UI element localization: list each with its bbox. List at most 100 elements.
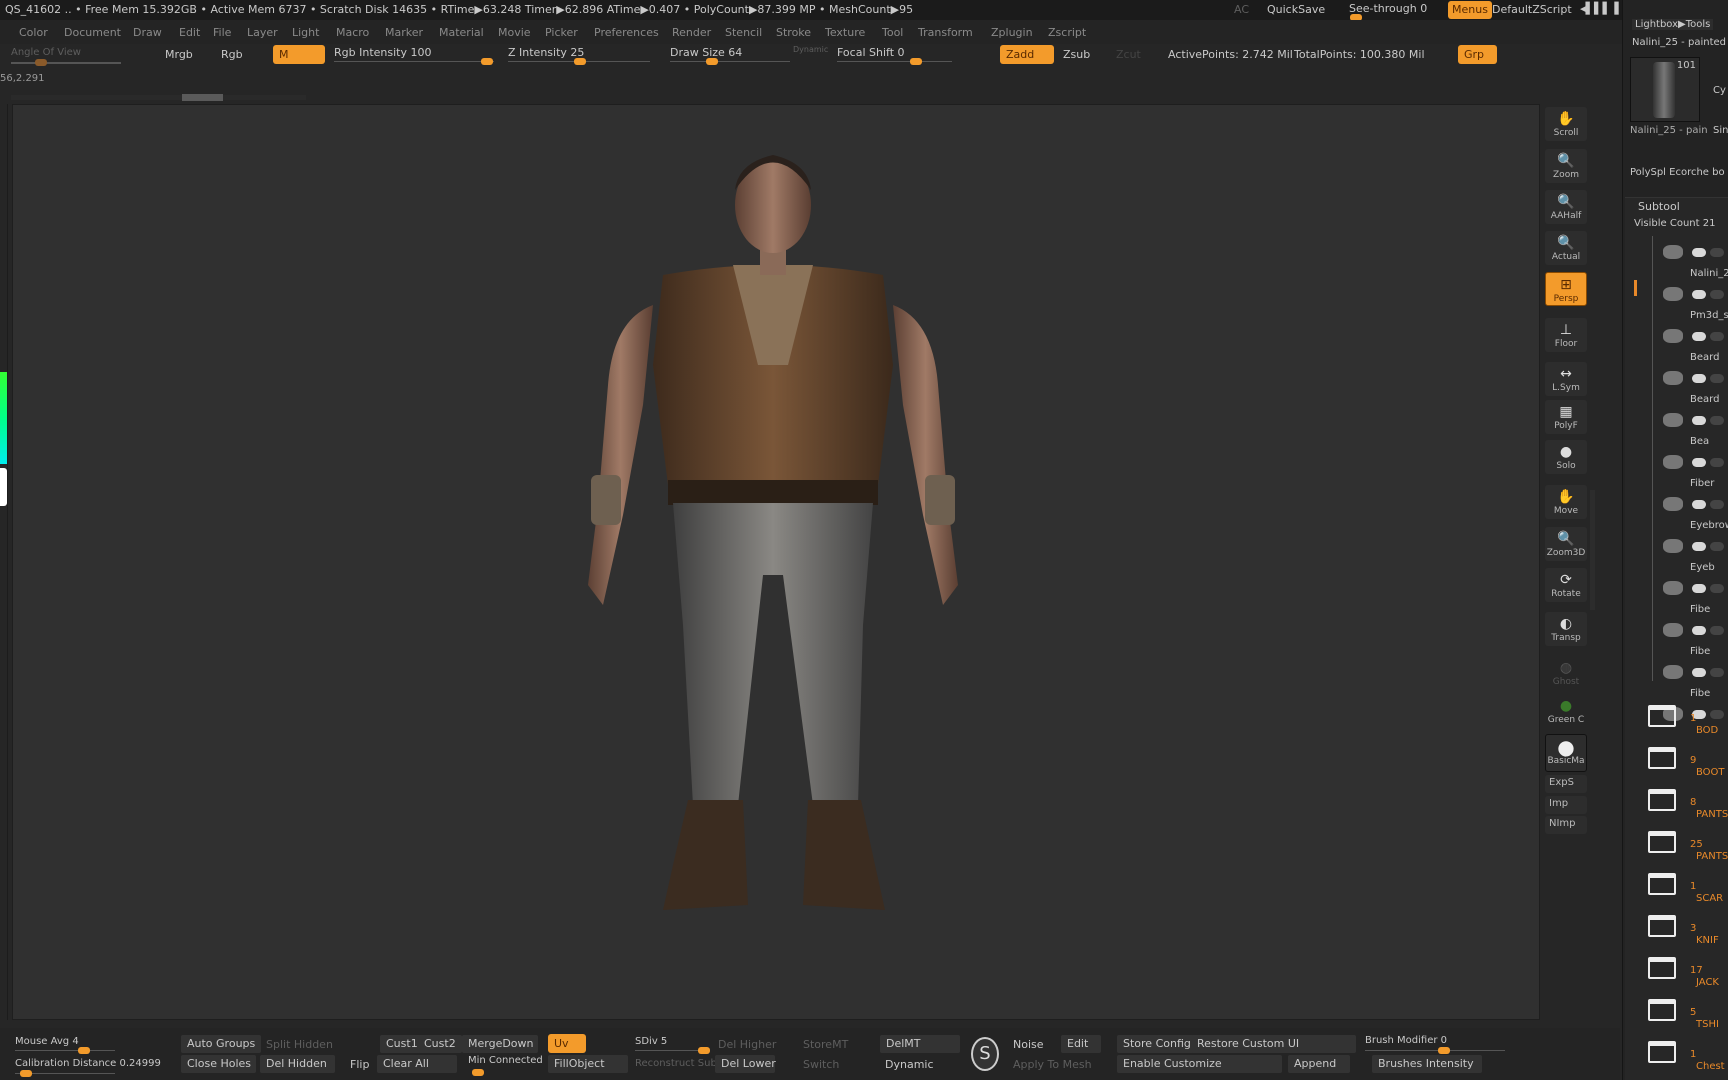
subtool-name[interactable]: Nalini_26 - [1690,268,1728,279]
subtool-name[interactable]: Fibe [1690,646,1710,657]
menu-color[interactable]: Color [19,26,48,39]
split-hidden-button[interactable]: Split Hidden [266,1038,333,1051]
min-connected-knob[interactable] [472,1069,484,1076]
lightbox-tools-button[interactable]: Lightbox▶Tools [1632,19,1714,30]
focal-shift-knob[interactable] [910,58,922,65]
rgb-intensity-track[interactable] [334,61,494,62]
subtool-visibility-toggle[interactable] [1692,248,1706,257]
imp-button[interactable]: Imp [1545,796,1587,814]
scroll-button[interactable]: ✋ Scroll [1545,107,1587,141]
subtool-thumbnail[interactable] [1663,539,1683,553]
delmt-button[interactable]: DelMT [880,1035,960,1053]
clear-all-button[interactable]: Clear All [377,1055,457,1073]
sdiv-slider[interactable]: SDiv 5 [635,1036,667,1047]
subtool-name[interactable]: Beard [1690,394,1719,405]
mouse-avg-knob[interactable] [78,1047,90,1054]
subtool-folder-toggle[interactable] [1710,248,1724,257]
menu-zplugin[interactable]: Zplugin [991,26,1033,39]
folder-name[interactable]: BOOT [1696,767,1725,778]
folder-name[interactable]: JACK [1696,977,1719,988]
ac-button[interactable]: AC [1234,3,1249,16]
folder-name[interactable]: BOD [1696,725,1718,736]
subtool-visibility-toggle[interactable] [1692,668,1706,677]
mouse-avg-track[interactable] [15,1050,115,1051]
cust2-button[interactable]: Cust2 [418,1035,462,1053]
subtool-name[interactable]: Bea [1690,436,1709,447]
subtool-folder-toggle[interactable] [1710,416,1724,425]
menus-button[interactable]: Menus [1448,1,1492,19]
subtool-folder-icon[interactable] [1648,831,1676,853]
rgb-intensity-knob[interactable] [481,58,493,65]
subtool-visibility-toggle[interactable] [1692,584,1706,593]
z-intensity-knob[interactable] [574,58,586,65]
z-intensity-slider[interactable]: Z Intensity 25 [508,46,584,59]
folder-name[interactable]: Chest [1696,1061,1725,1072]
green-material-button[interactable]: ● Green C [1545,694,1587,728]
subtool-name[interactable]: Eyeb [1690,562,1715,573]
aahalf-button[interactable]: 🔍 AAHalf [1545,190,1587,224]
persp-button[interactable]: ⊞ Persp [1545,272,1587,306]
menu-render[interactable]: Render [672,26,711,39]
menu-draw[interactable]: Draw [133,26,162,39]
reconstruct-subdiv-button[interactable]: Reconstruct Sub [635,1058,717,1069]
nimp-button[interactable]: NImp [1545,816,1587,834]
switch-button[interactable]: Switch [803,1058,839,1071]
subtool-thumbnail[interactable] [1663,329,1683,343]
subtool-name[interactable]: Beard [1690,352,1719,363]
flip-button[interactable]: Flip [350,1058,369,1071]
menu-marker[interactable]: Marker [385,26,423,39]
subtool-folder-icon[interactable] [1648,789,1676,811]
subtool-title[interactable]: Subtool [1638,200,1680,213]
subtool-folder-toggle[interactable] [1710,626,1724,635]
sdiv-track[interactable] [635,1050,705,1051]
subtool-folder-toggle[interactable] [1710,710,1724,719]
enable-customize-button[interactable]: Enable Customize [1117,1055,1282,1073]
sdiv-knob[interactable] [698,1047,710,1054]
subtool-folder-toggle[interactable] [1710,290,1724,299]
grp-button[interactable]: Grp [1458,45,1497,64]
see-through-slider[interactable]: See-through 0 [1349,2,1427,15]
exps-button[interactable]: ExpS [1545,775,1587,793]
subtool-folder-icon[interactable] [1648,999,1676,1021]
subtool-folder-icon[interactable] [1648,1041,1676,1063]
quicksave-button[interactable]: QuickSave [1267,3,1325,16]
auto-groups-button[interactable]: Auto Groups [181,1035,262,1053]
subtool-folder-toggle[interactable] [1710,458,1724,467]
rotate-button[interactable]: ⟳ Rotate [1545,568,1587,602]
subtool-thumbnail[interactable] [1663,413,1683,427]
subtool-folder-icon[interactable] [1648,705,1676,727]
zadd-button[interactable]: Zadd [1000,45,1054,64]
menu-light[interactable]: Light [292,26,319,39]
menu-preferences[interactable]: Preferences [594,26,659,39]
subtool-thumbnail[interactable] [1663,371,1683,385]
floor-button[interactable]: ⊥ Floor [1545,318,1587,352]
angle-of-view-track[interactable] [11,62,121,64]
subtool-visibility-toggle[interactable] [1692,416,1706,425]
main-color-swatch[interactable] [0,468,7,506]
tool-thumbnail[interactable]: 101 [1630,57,1700,122]
subtool-folder-toggle[interactable] [1710,332,1724,341]
draw-size-track[interactable] [670,61,790,62]
del-lower-button[interactable]: Del Lower [715,1055,776,1073]
menu-stencil[interactable]: Stencil [725,26,762,39]
mouse-avg-slider[interactable]: Mouse Avg 4 [15,1036,79,1047]
actual-button[interactable]: 🔍 Actual [1545,231,1587,265]
tool-shortcuts-row[interactable]: PolySpl Ecorche bo [1630,167,1725,178]
zoom-button[interactable]: 🔍 Zoom [1545,149,1587,183]
subtool-visibility-toggle[interactable] [1692,458,1706,467]
folder-name[interactable]: SCAR [1696,893,1723,904]
dynamic-size-toggle[interactable]: Dynamic [793,45,828,54]
subtool-visibility-toggle[interactable] [1692,626,1706,635]
focal-shift-track[interactable] [837,61,952,62]
min-connected-slider[interactable]: Min Connected [468,1055,543,1066]
focal-shift-slider[interactable]: Focal Shift 0 [837,46,905,59]
subtool-thumbnail[interactable] [1663,455,1683,469]
edit-noise-button[interactable]: Edit [1061,1035,1101,1053]
basic-material-button[interactable]: ● BasicMa [1545,734,1587,772]
subtool-thumbnail[interactable] [1663,623,1683,637]
restore-custom-ui-button[interactable]: Restore Custom UI [1191,1035,1356,1053]
noise-button[interactable]: Noise [1013,1038,1044,1051]
ghost-button[interactable]: ◍ Ghost [1545,656,1587,690]
menu-macro[interactable]: Macro [336,26,369,39]
subtool-folder-icon[interactable] [1648,747,1676,769]
